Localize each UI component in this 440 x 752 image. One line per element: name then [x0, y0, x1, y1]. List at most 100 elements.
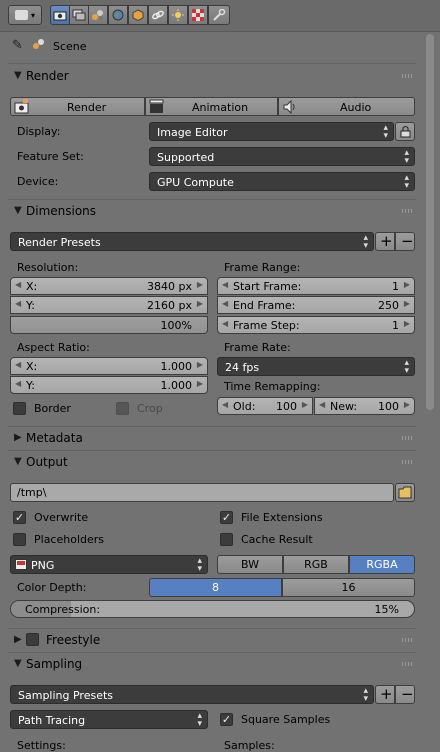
border-checkbox[interactable]: [13, 402, 26, 415]
constraints-tab[interactable]: [148, 5, 168, 25]
lock-display-button[interactable]: [395, 122, 415, 141]
start-frame-field[interactable]: ◀ Start Frame: 1 ▶: [217, 277, 415, 295]
world-tab[interactable]: [108, 5, 128, 25]
render-panel-header[interactable]: ▼ Render: [8, 65, 416, 87]
decrement-arrow-icon[interactable]: ◀: [15, 379, 21, 388]
freestyle-checkbox[interactable]: [26, 633, 39, 646]
decrement-arrow-icon[interactable]: ◀: [222, 299, 228, 308]
increment-arrow-icon[interactable]: ▶: [197, 360, 203, 369]
resolution-label: Resolution:: [17, 261, 79, 274]
sampling-panel-header[interactable]: ▼ Sampling: [8, 653, 416, 675]
remap-old-field[interactable]: ◀ Old: 100 ▶: [217, 397, 313, 415]
increment-arrow-icon[interactable]: ▶: [404, 400, 410, 409]
increment-arrow-icon[interactable]: ▶: [404, 319, 410, 328]
color-mode-rgba-option[interactable]: RGBA: [349, 555, 415, 574]
scene-tab[interactable]: [88, 5, 108, 25]
placeholders-label: Placeholders: [34, 533, 105, 546]
updown-arrows-icon: ▴ ▾: [383, 123, 388, 141]
device-dropdown[interactable]: GPU Compute ▴ ▾: [149, 172, 415, 191]
texture-tab[interactable]: [188, 5, 208, 25]
resolution-y-field[interactable]: ◀ Y: 2160 px ▶: [10, 296, 208, 314]
increment-arrow-icon[interactable]: ▶: [404, 280, 410, 289]
square-samples-checkbox[interactable]: ✓: [220, 713, 233, 726]
color-depth-16-option[interactable]: 16: [282, 578, 415, 597]
decrement-arrow-icon[interactable]: ◀: [15, 299, 21, 308]
editor-type-menu[interactable]: ▾: [8, 5, 42, 25]
updown-arrows-icon: ▴ ▾: [404, 173, 409, 191]
browse-folder-button[interactable]: [395, 483, 415, 502]
dimensions-panel-header[interactable]: ▼ Dimensions: [8, 200, 416, 222]
frame-rate-label: Frame Rate:: [224, 341, 291, 354]
decrement-arrow-icon[interactable]: ◀: [319, 400, 325, 409]
placeholders-checkbox[interactable]: [13, 533, 26, 546]
decrement-arrow-icon[interactable]: ◀: [222, 319, 228, 328]
remove-sampling-preset-button[interactable]: −: [395, 685, 415, 704]
updown-arrows-icon: ▴ ▾: [363, 686, 368, 704]
remap-new-field[interactable]: ◀ New: 100 ▶: [314, 397, 415, 415]
render-still-icon: [14, 99, 29, 114]
frame-step-field[interactable]: ◀ Frame Step: 1 ▶: [217, 316, 415, 334]
decrement-arrow-icon[interactable]: ◀: [15, 360, 21, 369]
color-mode-bw-option[interactable]: BW: [217, 555, 283, 574]
drag-handle-icon[interactable]: [402, 209, 412, 213]
integrator-dropdown[interactable]: Path Tracing ▴ ▾: [10, 710, 208, 729]
drag-handle-icon[interactable]: [402, 638, 412, 642]
light-tab[interactable]: [168, 5, 188, 25]
overwrite-checkbox[interactable]: ✓: [13, 511, 26, 524]
decrement-arrow-icon[interactable]: ◀: [15, 280, 21, 289]
metadata-panel-header[interactable]: ▶ Metadata: [8, 427, 416, 449]
drag-handle-icon[interactable]: [402, 436, 412, 440]
file-format-dropdown[interactable]: PNG ▴ ▾: [10, 555, 208, 574]
sun-icon: [172, 9, 184, 21]
increment-arrow-icon[interactable]: ▶: [197, 379, 203, 388]
render-presets-dropdown[interactable]: Render Presets ▴ ▾: [10, 232, 374, 251]
color-depth-8-option[interactable]: 8: [149, 578, 282, 597]
freestyle-panel-header[interactable]: ▶ Freestyle: [8, 629, 416, 651]
drag-handle-icon[interactable]: [402, 74, 412, 78]
render-tab[interactable]: [50, 5, 70, 25]
increment-arrow-icon[interactable]: ▶: [197, 299, 203, 308]
render-presets-label: Render Presets: [18, 236, 101, 249]
object-tab[interactable]: [128, 5, 148, 25]
aspect-y-field[interactable]: ◀ Y: 1.000 ▶: [10, 376, 208, 394]
aspect-ratio-label: Aspect Ratio:: [17, 341, 90, 354]
sampling-presets-dropdown[interactable]: Sampling Presets ▴ ▾: [10, 685, 374, 704]
render-layers-tab[interactable]: [69, 5, 89, 25]
aspect-x-field[interactable]: ◀ X: 1.000 ▶: [10, 357, 208, 375]
decrement-arrow-icon[interactable]: ◀: [222, 280, 228, 289]
increment-arrow-icon[interactable]: ▶: [404, 299, 410, 308]
minus-icon: −: [401, 232, 414, 250]
crop-label: Crop: [137, 402, 163, 415]
render-button[interactable]: Render: [10, 97, 145, 116]
cache-result-checkbox[interactable]: [220, 533, 233, 546]
drag-handle-icon[interactable]: [402, 662, 412, 666]
file-extensions-checkbox[interactable]: ✓: [220, 511, 233, 524]
drag-handle-icon[interactable]: [402, 460, 412, 464]
frame-rate-dropdown[interactable]: 24 fps ▴ ▾: [217, 357, 415, 376]
cube-icon: [132, 9, 144, 21]
output-path-field[interactable]: /tmp\: [10, 483, 394, 502]
remap-new-label: New:: [330, 400, 358, 413]
decrement-arrow-icon[interactable]: ◀: [222, 400, 228, 409]
color-mode-rgb-option[interactable]: RGB: [283, 555, 349, 574]
increment-arrow-icon[interactable]: ▶: [302, 400, 308, 409]
compression-slider[interactable]: Compression: 15%: [10, 600, 415, 618]
display-dropdown[interactable]: Image Editor ▴ ▾: [149, 122, 394, 141]
properties-editor-icon: [14, 10, 28, 20]
scrollbar[interactable]: [426, 34, 434, 410]
physics-tab[interactable]: [208, 5, 230, 25]
audio-button[interactable]: Audio: [278, 97, 415, 116]
output-panel-header[interactable]: ▼ Output: [8, 451, 416, 473]
add-sampling-preset-button[interactable]: +: [375, 685, 395, 704]
pin-icon[interactable]: ✎: [12, 38, 23, 53]
end-frame-field[interactable]: ◀ End Frame: 250 ▶: [217, 296, 415, 314]
increment-arrow-icon[interactable]: ▶: [197, 280, 203, 289]
crop-checkbox[interactable]: [116, 402, 129, 415]
add-preset-button[interactable]: +: [375, 232, 395, 251]
resolution-percentage-slider[interactable]: 100%: [10, 316, 208, 334]
animation-button[interactable]: Animation: [145, 97, 278, 116]
remap-old-label: Old:: [233, 400, 256, 413]
feature-set-dropdown[interactable]: Supported ▴ ▾: [149, 147, 415, 166]
resolution-x-field[interactable]: ◀ X: 3840 px ▶: [10, 277, 208, 295]
remove-preset-button[interactable]: −: [395, 232, 415, 251]
